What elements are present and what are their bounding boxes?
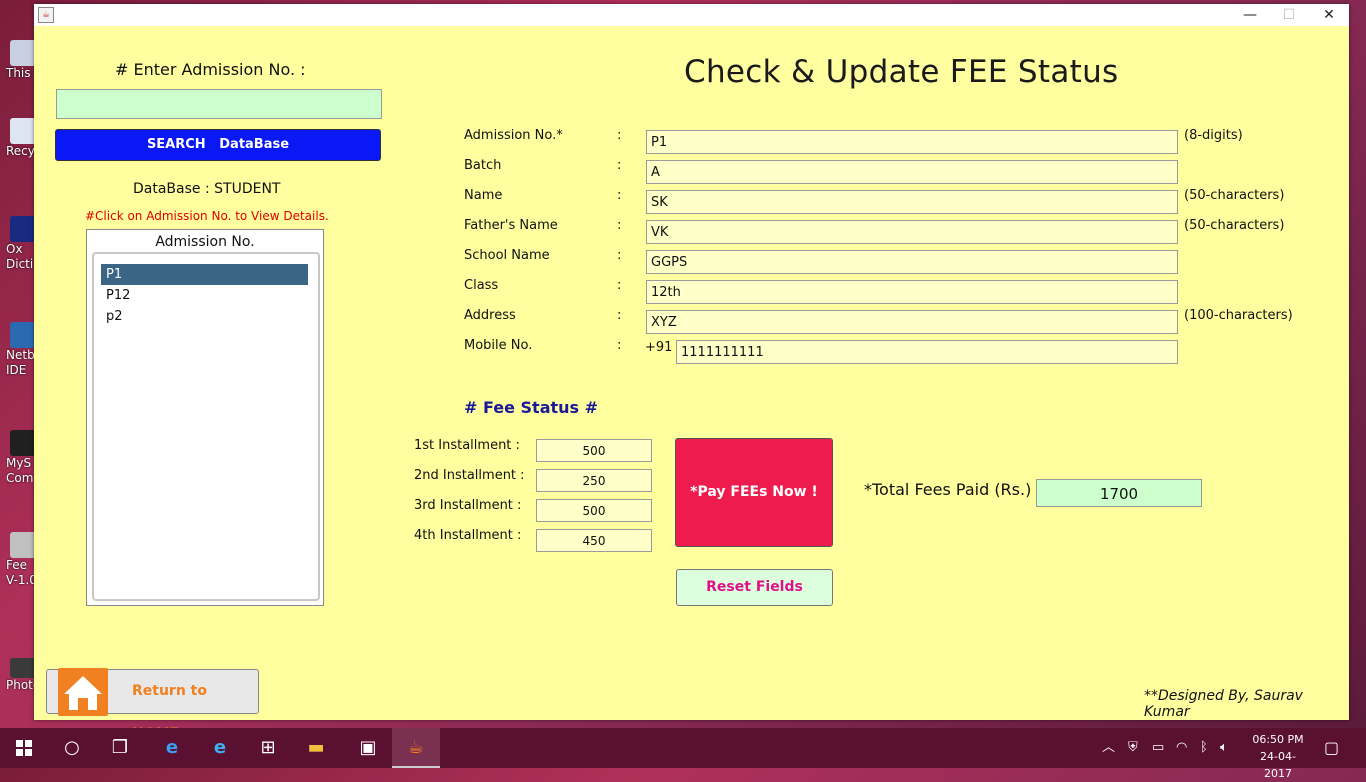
installment-4-field[interactable]: 450 [536, 529, 652, 552]
colon: : [617, 338, 622, 353]
notifications-icon[interactable]: ▢ [1324, 728, 1339, 768]
mobile-field[interactable]: 1111111111 [676, 340, 1178, 364]
installment-4-label: 4th Installment : [414, 528, 522, 543]
batch-label: Batch [464, 158, 502, 173]
installment-2-field[interactable]: 250 [536, 469, 652, 492]
desktop-icon-label: This [6, 66, 31, 80]
battery-icon[interactable]: ▭ [1152, 728, 1164, 768]
designer-credit: **Designed By, Saurav Kumar [1144, 688, 1303, 720]
installment-3-field[interactable]: 500 [536, 499, 652, 522]
fee-status-heading: # Fee Status # [464, 398, 599, 417]
desktop-icon-recycle-bin[interactable]: Recy [2, 118, 36, 159]
address-hint: (100-characters) [1184, 308, 1293, 323]
list-hint: #Click on Admission No. to View Details. [85, 209, 329, 223]
taskbar-clock[interactable]: 06:50 PM 24-04-2017 [1248, 731, 1308, 782]
colon: : [617, 308, 622, 323]
list-item[interactable]: p2 [101, 306, 308, 327]
installment-3-label: 3rd Installment : [414, 498, 522, 513]
mobile-label: Mobile No. [464, 338, 533, 353]
fee-status-window: ☕ — ☐ ✕ Check & Update FEE Status # Ente… [34, 4, 1349, 742]
total-fees-label: *Total Fees Paid (Rs.) : [864, 480, 1042, 499]
school-name-field[interactable]: GGPS [646, 250, 1178, 274]
colon: : [617, 278, 622, 293]
desktop-icon-netbeans[interactable]: Netb IDE [2, 322, 36, 378]
colon: : [617, 128, 622, 143]
dictionary-icon [10, 216, 36, 242]
internet-explorer-icon[interactable]: e [196, 728, 244, 768]
tray-chevron-icon[interactable]: ︿ [1102, 728, 1115, 768]
admission-list-panel: Admission No. P1 P12 p2 [86, 229, 324, 606]
clock-date: 24-04-2017 [1260, 750, 1296, 780]
desktop-icon-dictionary[interactable]: Ox Dicti [2, 216, 36, 272]
cortana-icon[interactable]: ○ [48, 728, 96, 768]
page-title: Check & Update FEE Status [684, 54, 1119, 90]
bluetooth-icon[interactable]: ᛒ [1200, 728, 1208, 768]
close-button[interactable]: ✕ [1306, 4, 1352, 26]
colon: : [617, 248, 622, 263]
database-label: DataBase : STUDENT [133, 181, 281, 197]
admission-list-title: Admission No. [155, 234, 255, 250]
installment-1-field[interactable]: 500 [536, 439, 652, 462]
address-label: Address [464, 308, 516, 323]
photos-app-icon[interactable]: ▣ [344, 728, 392, 768]
address-field[interactable]: XYZ [646, 310, 1178, 334]
admission-search-input[interactable] [56, 89, 382, 119]
admission-search-heading: # Enter Admission No. : [115, 60, 306, 79]
reset-fields-button[interactable]: Reset Fields [676, 569, 833, 606]
admission-no-field[interactable]: P1 [646, 130, 1178, 154]
colon: : [617, 188, 622, 203]
photo-icon [10, 658, 36, 678]
home-icon [58, 668, 108, 716]
total-fees-field[interactable]: 1700 [1036, 479, 1202, 507]
mobile-prefix: +91 [645, 340, 673, 355]
admission-list[interactable]: P1 P12 p2 [92, 252, 320, 601]
batch-field[interactable]: A [646, 160, 1178, 184]
school-name-label: School Name [464, 248, 550, 263]
installment-1-label: 1st Installment : [414, 438, 520, 453]
java-app-icon[interactable]: ☕ [392, 728, 440, 768]
class-field[interactable]: 12th [646, 280, 1178, 304]
title-bar[interactable]: ☕ — ☐ ✕ [34, 4, 1349, 26]
taskbar: ○ ❐ e e ⊞ ▬ ▣ ☕ ︿ ⛨ ▭ ◠ ᛒ 🔈︎ 06:50 PM 24… [0, 728, 1366, 780]
database-icon [10, 532, 36, 558]
admission-no-hint: (8-digits) [1184, 128, 1243, 143]
java-icon: ☕ [38, 7, 54, 23]
colon: : [617, 218, 622, 233]
colon: : [617, 158, 622, 173]
name-field[interactable]: SK [646, 190, 1178, 214]
netbeans-icon [10, 322, 36, 348]
recycle-bin-icon [10, 118, 36, 144]
volume-icon[interactable]: 🔈︎ [1220, 728, 1228, 768]
search-database-button[interactable]: SEARCH DataBase [55, 129, 381, 161]
return-home-button[interactable]: Return to HOME [46, 668, 259, 742]
list-item[interactable]: P12 [101, 285, 308, 306]
file-explorer-icon[interactable]: ▬ [292, 728, 340, 768]
name-hint: (50-characters) [1184, 188, 1285, 203]
wifi-icon[interactable]: ◠ [1176, 728, 1187, 768]
name-label: Name [464, 188, 503, 203]
desktop-icon-mysql[interactable]: MyS Com [2, 430, 36, 486]
list-item[interactable]: P1 [101, 264, 308, 285]
admission-no-label: Admission No.* [464, 128, 563, 143]
desktop-icon-label: Photo [6, 678, 36, 692]
store-icon[interactable]: ⊞ [244, 728, 292, 768]
fathers-name-field[interactable]: VK [646, 220, 1178, 244]
pay-fees-button[interactable]: *Pay FEEs Now ! [675, 438, 833, 547]
class-label: Class [464, 278, 499, 293]
task-view-icon[interactable]: ❐ [96, 728, 144, 768]
fathers-name-label: Father's Name [464, 218, 558, 233]
desktop-icon-label: Recy [6, 144, 35, 158]
desktop-icon-this-pc[interactable]: This [2, 40, 36, 81]
installment-2-label: 2nd Installment : [414, 468, 525, 483]
computer-icon [10, 40, 36, 66]
clock-time: 06:50 PM [1252, 733, 1304, 746]
mysql-icon [10, 430, 36, 456]
desktop-icon-fee-app[interactable]: Fee V-1.0 [2, 532, 37, 588]
windows-start-icon[interactable] [0, 728, 48, 768]
desktop-icon-photo[interactable]: Photo [2, 658, 36, 693]
edge-icon[interactable]: e [148, 728, 196, 768]
shield-icon[interactable]: ⛨ [1128, 728, 1138, 768]
fathers-name-hint: (50-characters) [1184, 218, 1285, 233]
